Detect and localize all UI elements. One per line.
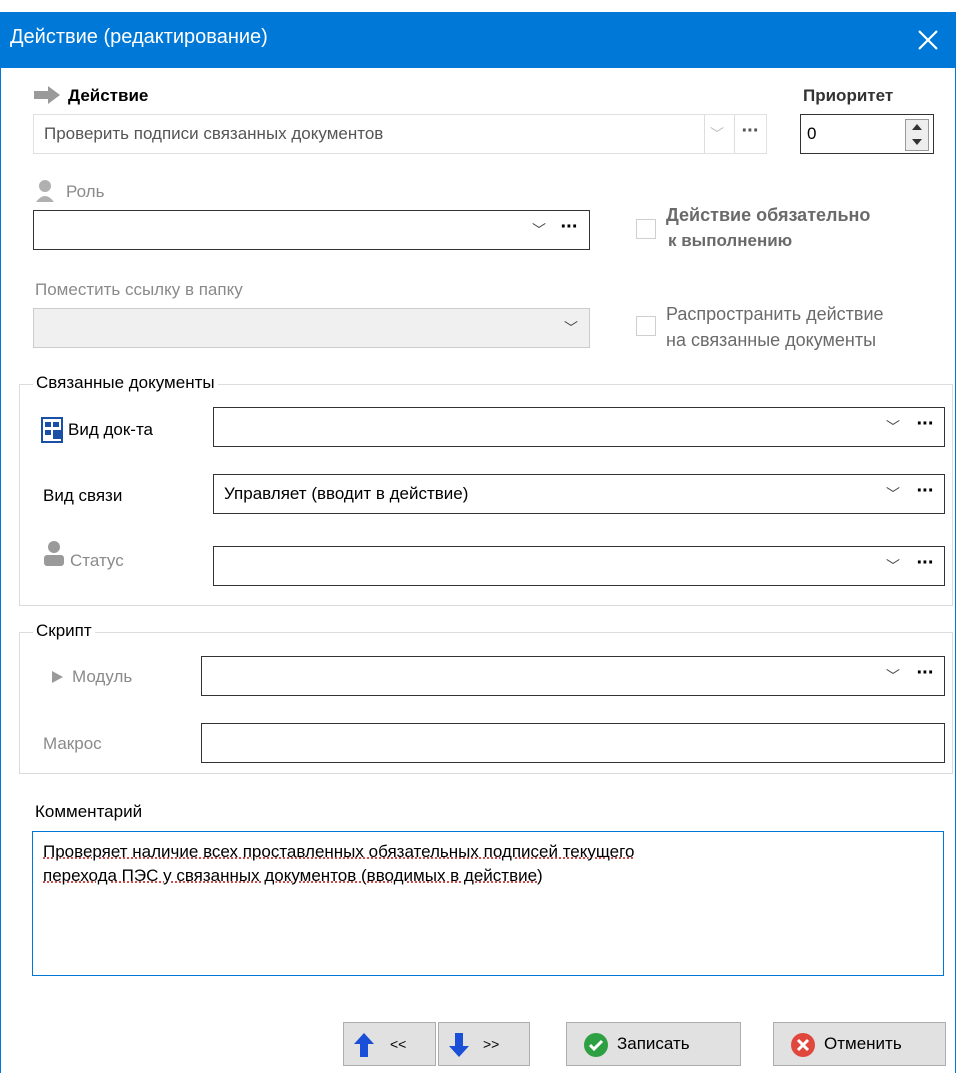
person-icon (44, 541, 64, 566)
chevron-down-icon[interactable]: ﹀ (884, 657, 902, 695)
priority-label: Приоритет (803, 86, 894, 105)
chevron-down-icon[interactable]: ﹀ (884, 475, 902, 513)
mandatory-label-line1: Действие обязательно (666, 205, 871, 225)
stepper-buttons[interactable] (905, 119, 929, 151)
status-more-button[interactable]: ··· (914, 547, 936, 585)
prev-label: << (390, 1036, 407, 1052)
status-combo[interactable]: ﹀ ··· (213, 546, 945, 586)
action-more-button[interactable]: ··· (734, 115, 765, 153)
role-more-button[interactable]: ··· (558, 211, 580, 249)
macro-field[interactable] (201, 723, 945, 763)
module-label: Модуль (72, 667, 133, 686)
doc-type-label: Вид док-та (68, 420, 153, 439)
chevron-down-icon[interactable]: ﹀ (884, 408, 902, 446)
status-label: Статус (70, 551, 124, 570)
propagate-label-line2: на связанные документы (666, 330, 877, 350)
mandatory-label-line2: к выполнению (668, 231, 793, 250)
action-value: Проверить подписи связанных документов (44, 124, 384, 143)
action-combo[interactable]: Проверить подписи связанных документов ﹀… (33, 114, 767, 154)
folder-label: Поместить ссылку в папку (35, 280, 243, 299)
person-bust-icon (36, 180, 54, 202)
next-button[interactable]: >> (438, 1022, 530, 1066)
comment-line-2: перехода ПЭС у связанных документов (вво… (43, 866, 543, 885)
propagate-checkbox[interactable] (636, 316, 656, 336)
arrow-up-icon (354, 1033, 374, 1057)
play-triangle-icon (52, 671, 63, 683)
module-combo[interactable]: ﹀ ··· (201, 656, 945, 696)
folder-combo[interactable]: ﹀ (33, 308, 590, 348)
doc-type-combo[interactable]: ﹀ ··· (213, 407, 945, 447)
comment-textarea[interactable]: Проверяет наличие всех проставленных обя… (32, 831, 944, 976)
check-circle-icon (584, 1033, 608, 1057)
link-type-value: Управляет (вводит в действие) (224, 484, 469, 503)
close-icon (918, 30, 938, 50)
comment-label: Комментарий (35, 802, 143, 821)
priority-stepper[interactable]: 0 (800, 114, 934, 154)
save-label: Записать (617, 1034, 690, 1053)
doc-type-more-button[interactable]: ··· (914, 408, 936, 446)
script-group-title: Скрипт (33, 621, 95, 641)
link-type-combo[interactable]: Управляет (вводит в действие) ﹀ ··· (213, 474, 945, 514)
next-label: >> (483, 1036, 500, 1052)
chevron-down-icon[interactable]: ﹀ (884, 547, 902, 585)
propagate-label-line1: Распространить действие (666, 304, 884, 324)
role-label: Роль (66, 182, 105, 201)
module-more-button[interactable]: ··· (914, 657, 936, 695)
comment-line-1: Проверяет наличие всех проставленных обя… (43, 842, 635, 861)
prev-button[interactable]: << (343, 1022, 436, 1066)
related-group-title: Связанные документы (33, 373, 218, 393)
macro-label: Макрос (43, 734, 102, 753)
arrow-down-icon (449, 1033, 469, 1057)
stepper-up-icon[interactable] (906, 120, 928, 135)
chevron-down-icon[interactable]: ﹀ (562, 309, 580, 347)
cancel-label: Отменить (824, 1034, 902, 1053)
role-combo[interactable]: ﹀ ··· (33, 210, 590, 250)
close-button[interactable] (908, 20, 948, 60)
cancel-button[interactable]: Отменить (773, 1022, 946, 1066)
title-bar-strip: Действие (редактирование) (0, 12, 956, 68)
save-button[interactable]: Записать (566, 1022, 741, 1066)
link-type-label: Вид связи (43, 486, 123, 505)
chevron-down-icon[interactable]: ﹀ (704, 115, 729, 153)
document-list-icon (41, 417, 63, 443)
priority-value: 0 (807, 124, 817, 143)
stepper-down-icon[interactable] (906, 135, 928, 150)
mandatory-checkbox[interactable] (636, 219, 656, 239)
link-type-more-button[interactable]: ··· (914, 475, 936, 513)
action-label: Действие (68, 86, 149, 105)
x-circle-icon (791, 1033, 815, 1057)
arrow-right-icon (34, 86, 60, 104)
chevron-down-icon[interactable]: ﹀ (530, 211, 548, 249)
window-title: Действие (редактирование) (10, 26, 268, 48)
